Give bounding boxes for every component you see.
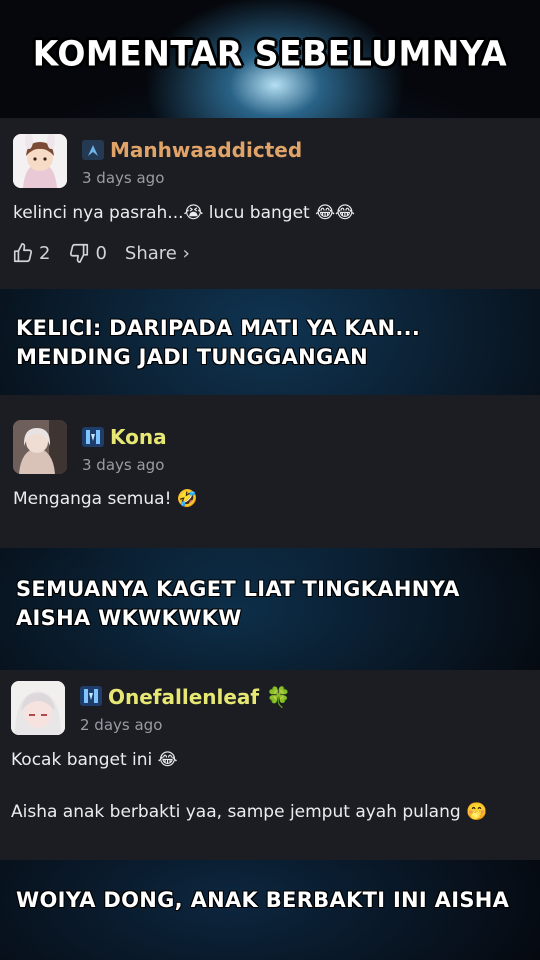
avatar[interactable] [13,420,67,474]
thumbs-down-icon [70,243,89,263]
like-button[interactable]: 2 [12,242,50,264]
dislike-button[interactable]: 0 [68,242,107,264]
comment-text: Aisha anak berbakti yaa, sampe jemput ay… [11,802,488,822]
rank-badge-icon [82,140,104,160]
caption-line: AISHA WKWKWKW [16,606,242,630]
caption-line: WOIYA DONG, ANAK BERBAKTI INI AISHA [16,888,510,912]
share-label: Share › [124,242,190,264]
rank-badge-icon [82,427,104,447]
caption-line: KELICI: DARIPADA MATI YA KAN... [16,316,421,340]
comment-card: Onefallenleaf 🍀 2 days ago Kocak banget … [0,670,540,860]
comment-card: Manhwaaddicted 3 days ago kelinci nya pa… [0,118,540,289]
comment-text: kelinci nya pasrah...😭 lucu banget 😂😂 [13,203,355,223]
username[interactable]: Onefallenleaf 🍀 [108,685,291,709]
caption: WOIYA DONG, ANAK BERBAKTI INI AISHA [16,886,509,915]
comment-actions: 2 0 Share › [12,242,208,264]
comment-card: Kona 3 days ago Menganga semua! 🤣 [0,395,540,548]
username[interactable]: Kona [110,425,167,449]
rank-badge-icon [80,686,102,706]
comment-text: Menganga semua! 🤣 [13,489,198,509]
dislike-count: 0 [95,242,107,264]
caption: SEMUANYA KAGET LIAT TINGKAHNYA AISHA WKW… [16,575,460,633]
caption-line: SEMUANYA KAGET LIAT TINGKAHNYA [16,577,460,601]
thumbs-up-icon [13,243,33,263]
comment-date: 3 days ago [82,456,165,474]
share-button[interactable]: Share › [125,243,190,264]
avatar[interactable] [11,681,65,735]
like-count: 2 [39,242,51,264]
caption: KELICI: DARIPADA MATI YA KAN... MENDING … [16,314,420,372]
comment-text: Kocak banget ini 😂 [11,750,178,770]
page-title: KOMENTAR SEBELUMNYA [32,33,508,74]
caption-line: MENDING JADI TUNGGANGAN [16,345,369,369]
comment-date: 3 days ago [82,169,165,187]
comment-date: 2 days ago [80,716,163,734]
username[interactable]: Manhwaaddicted [110,138,302,162]
avatar[interactable] [13,134,67,188]
